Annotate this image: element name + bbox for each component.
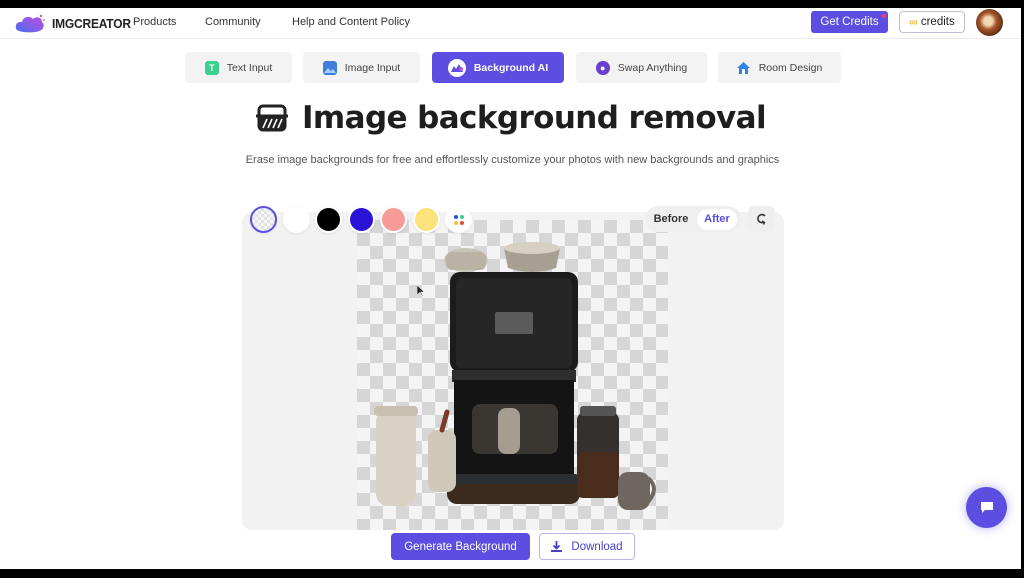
page-title: Image background removal bbox=[301, 100, 767, 136]
before-option[interactable]: Before bbox=[645, 213, 697, 225]
user-avatar[interactable] bbox=[976, 9, 1003, 36]
eraser-icon bbox=[255, 104, 288, 132]
background-ai-icon bbox=[447, 58, 466, 77]
get-credits-button[interactable]: Get Credits bbox=[811, 11, 888, 33]
credits-badge[interactable]: ∞ credits bbox=[899, 11, 965, 33]
result-image bbox=[374, 242, 656, 510]
swatch-black[interactable] bbox=[315, 205, 342, 233]
tab-label: Background AI bbox=[473, 61, 549, 74]
download-button[interactable]: Download bbox=[539, 533, 635, 560]
tab-background-ai[interactable]: Background AI bbox=[432, 52, 564, 83]
brand-name: IMGCREATOR bbox=[52, 15, 131, 31]
image-icon bbox=[322, 60, 337, 75]
swap-face-icon: ● bbox=[595, 60, 610, 75]
generate-label: Generate Background bbox=[404, 540, 517, 553]
swatch-transparent[interactable] bbox=[250, 205, 277, 233]
swatch-pink[interactable] bbox=[380, 205, 407, 233]
download-label: Download bbox=[571, 540, 623, 553]
image-editor-canvas[interactable] bbox=[242, 212, 784, 530]
background-color-swatches bbox=[250, 198, 478, 240]
credits-label: credits bbox=[920, 16, 955, 28]
notification-dot bbox=[882, 14, 886, 18]
tab-image-input[interactable]: Image Input bbox=[303, 52, 420, 83]
nav-community[interactable]: Community bbox=[205, 16, 261, 28]
brand-logo[interactable]: IMGCREATOR bbox=[14, 12, 138, 34]
swatch-white[interactable] bbox=[282, 205, 310, 233]
tab-label: Text Input bbox=[226, 61, 273, 74]
text-t-icon: T bbox=[204, 60, 219, 75]
rotate-icon bbox=[756, 213, 766, 225]
page-header: Image background removal bbox=[0, 100, 1021, 136]
generate-background-button[interactable]: Generate Background bbox=[391, 533, 530, 560]
tool-tabs: T Text Input Image Input Background AI ●… bbox=[0, 52, 1021, 83]
tab-swap-anything[interactable]: ● Swap Anything bbox=[576, 52, 707, 83]
tab-label: Image Input bbox=[344, 61, 401, 74]
chat-button[interactable] bbox=[966, 487, 1007, 528]
before-after-toggle: Before After bbox=[645, 206, 741, 232]
infinity-icon: ∞ bbox=[909, 15, 918, 29]
chat-bubble-icon bbox=[980, 502, 993, 513]
nav-products[interactable]: Products bbox=[133, 16, 176, 28]
after-option[interactable]: After bbox=[697, 208, 737, 230]
swatch-yellow[interactable] bbox=[412, 205, 440, 233]
mouse-cursor-icon bbox=[417, 285, 425, 297]
download-icon bbox=[551, 541, 563, 552]
more-colors-button[interactable] bbox=[445, 205, 472, 233]
get-credits-label: Get Credits bbox=[820, 16, 879, 28]
house-icon bbox=[737, 61, 751, 75]
tab-label: Swap Anything bbox=[617, 61, 688, 74]
page-frame: IMGCREATOR Products Community Help and C… bbox=[0, 8, 1021, 569]
reset-button[interactable] bbox=[748, 206, 775, 232]
nav-help-policy[interactable]: Help and Content Policy bbox=[292, 16, 410, 28]
tab-room-design[interactable]: Room Design bbox=[718, 52, 841, 83]
logo-mark-icon bbox=[15, 14, 45, 33]
tab-label: Room Design bbox=[758, 61, 823, 74]
top-nav: IMGCREATOR Products Community Help and C… bbox=[0, 8, 1021, 39]
tab-text-input[interactable]: T Text Input bbox=[185, 52, 292, 83]
page-subtitle: Erase image backgrounds for free and eff… bbox=[245, 154, 780, 166]
swatch-blue[interactable] bbox=[347, 205, 375, 233]
